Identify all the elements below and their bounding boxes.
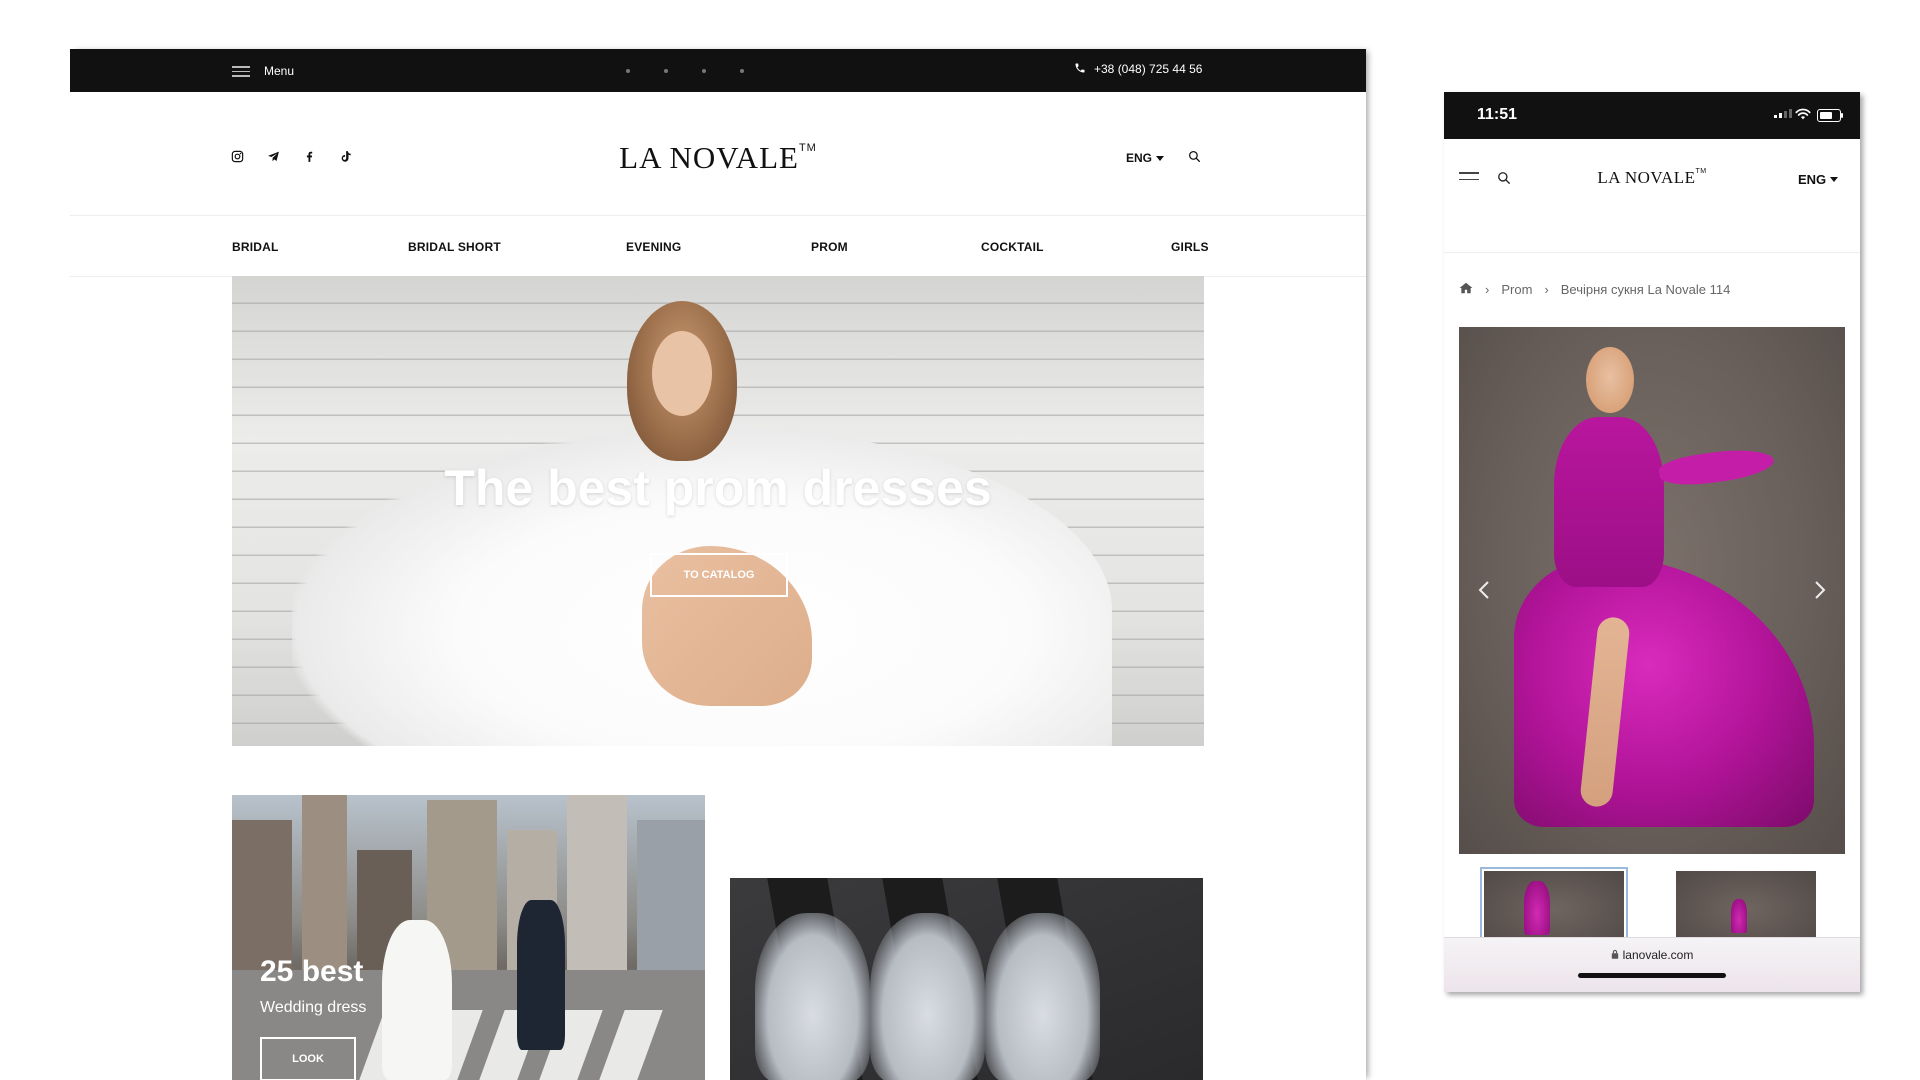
wifi-icon (1795, 107, 1811, 125)
chevron-right-icon[interactable] (1807, 577, 1833, 603)
caret-down-icon (1830, 177, 1839, 182)
desktop-site-mockup: Menu +38 (048) 725 44 56 LA NOVALETM ENG… (70, 49, 1366, 1080)
promo-card-models[interactable] (730, 878, 1203, 1080)
menu-button[interactable]: Menu (232, 59, 294, 83)
chevron-left-icon[interactable] (1471, 577, 1497, 603)
breadcrumb-category[interactable]: Prom (1501, 282, 1532, 297)
site-logo[interactable]: LA NOVALETM (70, 140, 1366, 176)
product-thumbnail[interactable] (1676, 871, 1816, 941)
phone-number: +38 (048) 725 44 56 (1094, 62, 1203, 76)
top-bar: Menu +38 (048) 725 44 56 (70, 49, 1366, 92)
caret-down-icon (1156, 155, 1165, 161)
product-thumbnail[interactable] (1480, 867, 1628, 945)
nav-item-cocktail[interactable]: COCKTAIL (981, 240, 1044, 254)
main-nav: BRIDAL BRIDAL SHORT EVENING PROM COCKTAI… (70, 215, 1366, 277)
mobile-site-mockup: 11:51 LA NOVALETM ENG › Prom › Вечірня с… (1444, 92, 1860, 992)
url-display: lanovale.com (1444, 948, 1860, 962)
nav-item-girls[interactable]: GIRLS (1171, 240, 1209, 254)
chevron-right-icon: › (1485, 282, 1490, 297)
logo-text: LA NOVALE (1597, 168, 1696, 187)
hamburger-icon (232, 66, 250, 77)
card-title: 25 best (260, 955, 364, 988)
slider-dot[interactable] (740, 69, 744, 73)
battery-icon (1817, 109, 1841, 122)
breadcrumb: › Prom › Вечірня сукня La Novale 114 (1459, 282, 1730, 297)
home-indicator[interactable] (1578, 973, 1726, 978)
nav-item-prom[interactable]: PROM (811, 240, 848, 254)
nav-item-bridal-short[interactable]: BRIDAL SHORT (408, 240, 501, 254)
logo-tm: TM (798, 142, 817, 154)
url-text: lanovale.com (1622, 948, 1694, 962)
status-time: 11:51 (1477, 106, 1518, 123)
product-image-gallery[interactable] (1459, 327, 1845, 854)
logo-text: LA NOVALE (619, 140, 799, 175)
phone-icon (1074, 62, 1086, 76)
card-subtitle: Wedding dress (260, 999, 367, 1016)
menu-label: Menu (264, 64, 295, 78)
slider-dot[interactable] (664, 69, 668, 73)
signal-icon (1774, 109, 1792, 118)
breadcrumb-current: Вечірня сукня La Novale 114 (1560, 282, 1731, 297)
phone-link[interactable]: +38 (048) 725 44 56 (1074, 62, 1202, 76)
slider-dot[interactable] (702, 69, 706, 73)
lock-icon (1611, 948, 1619, 962)
slider-dot[interactable] (626, 69, 630, 73)
hero-banner: The best prom dresses TO CATALOG (232, 276, 1204, 746)
header-divider (1444, 252, 1860, 253)
look-button[interactable]: LOOK (260, 1037, 356, 1080)
nav-item-bridal[interactable]: BRIDAL (232, 240, 279, 254)
promo-card-wedding[interactable]: 25 best Wedding dress LOOK (232, 795, 705, 1080)
language-label: ENG (1798, 172, 1827, 187)
chevron-right-icon: › (1544, 282, 1549, 297)
hero-title: The best prom dresses (444, 460, 992, 516)
browser-address-bar[interactable]: lanovale.com (1444, 937, 1860, 992)
search-icon[interactable] (1188, 150, 1201, 168)
nav-item-evening[interactable]: EVENING (626, 240, 681, 254)
site-header: LA NOVALETM ENG (70, 92, 1366, 222)
logo-tm: TM (1695, 168, 1707, 175)
to-catalog-button[interactable]: TO CATALOG (650, 553, 788, 597)
mobile-language-selector[interactable]: ENG (1798, 172, 1839, 187)
status-bar: 11:51 (1444, 92, 1860, 139)
home-icon[interactable] (1459, 282, 1473, 297)
battery-tip (1841, 113, 1843, 118)
language-selector[interactable]: ENG (1126, 151, 1165, 165)
language-label: ENG (1126, 151, 1153, 165)
